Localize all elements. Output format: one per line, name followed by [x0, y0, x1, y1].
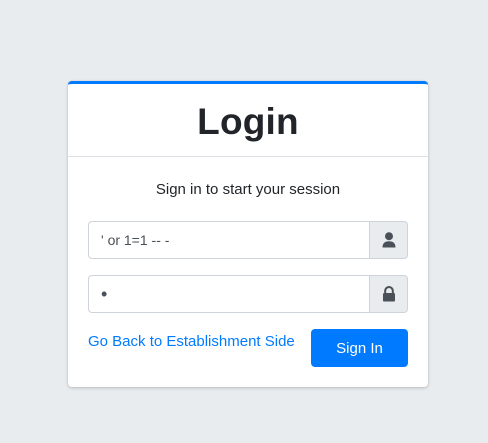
login-subtitle: Sign in to start your session [155, 181, 341, 198]
user-icon [382, 232, 395, 248]
password-addon [369, 275, 408, 313]
card-header: Login [68, 84, 428, 157]
username-input[interactable] [88, 221, 369, 259]
login-card: Login Sign in to start your session Go B… [68, 81, 428, 387]
back-to-establishment-link[interactable]: Go Back to Establishment Side [88, 333, 295, 350]
page-title: Login [197, 100, 299, 142]
password-group [88, 275, 408, 313]
sign-in-button[interactable]: Sign In [311, 329, 408, 367]
username-group [88, 221, 408, 259]
username-addon [369, 221, 408, 259]
password-input[interactable] [88, 275, 369, 313]
lock-icon [382, 286, 395, 302]
